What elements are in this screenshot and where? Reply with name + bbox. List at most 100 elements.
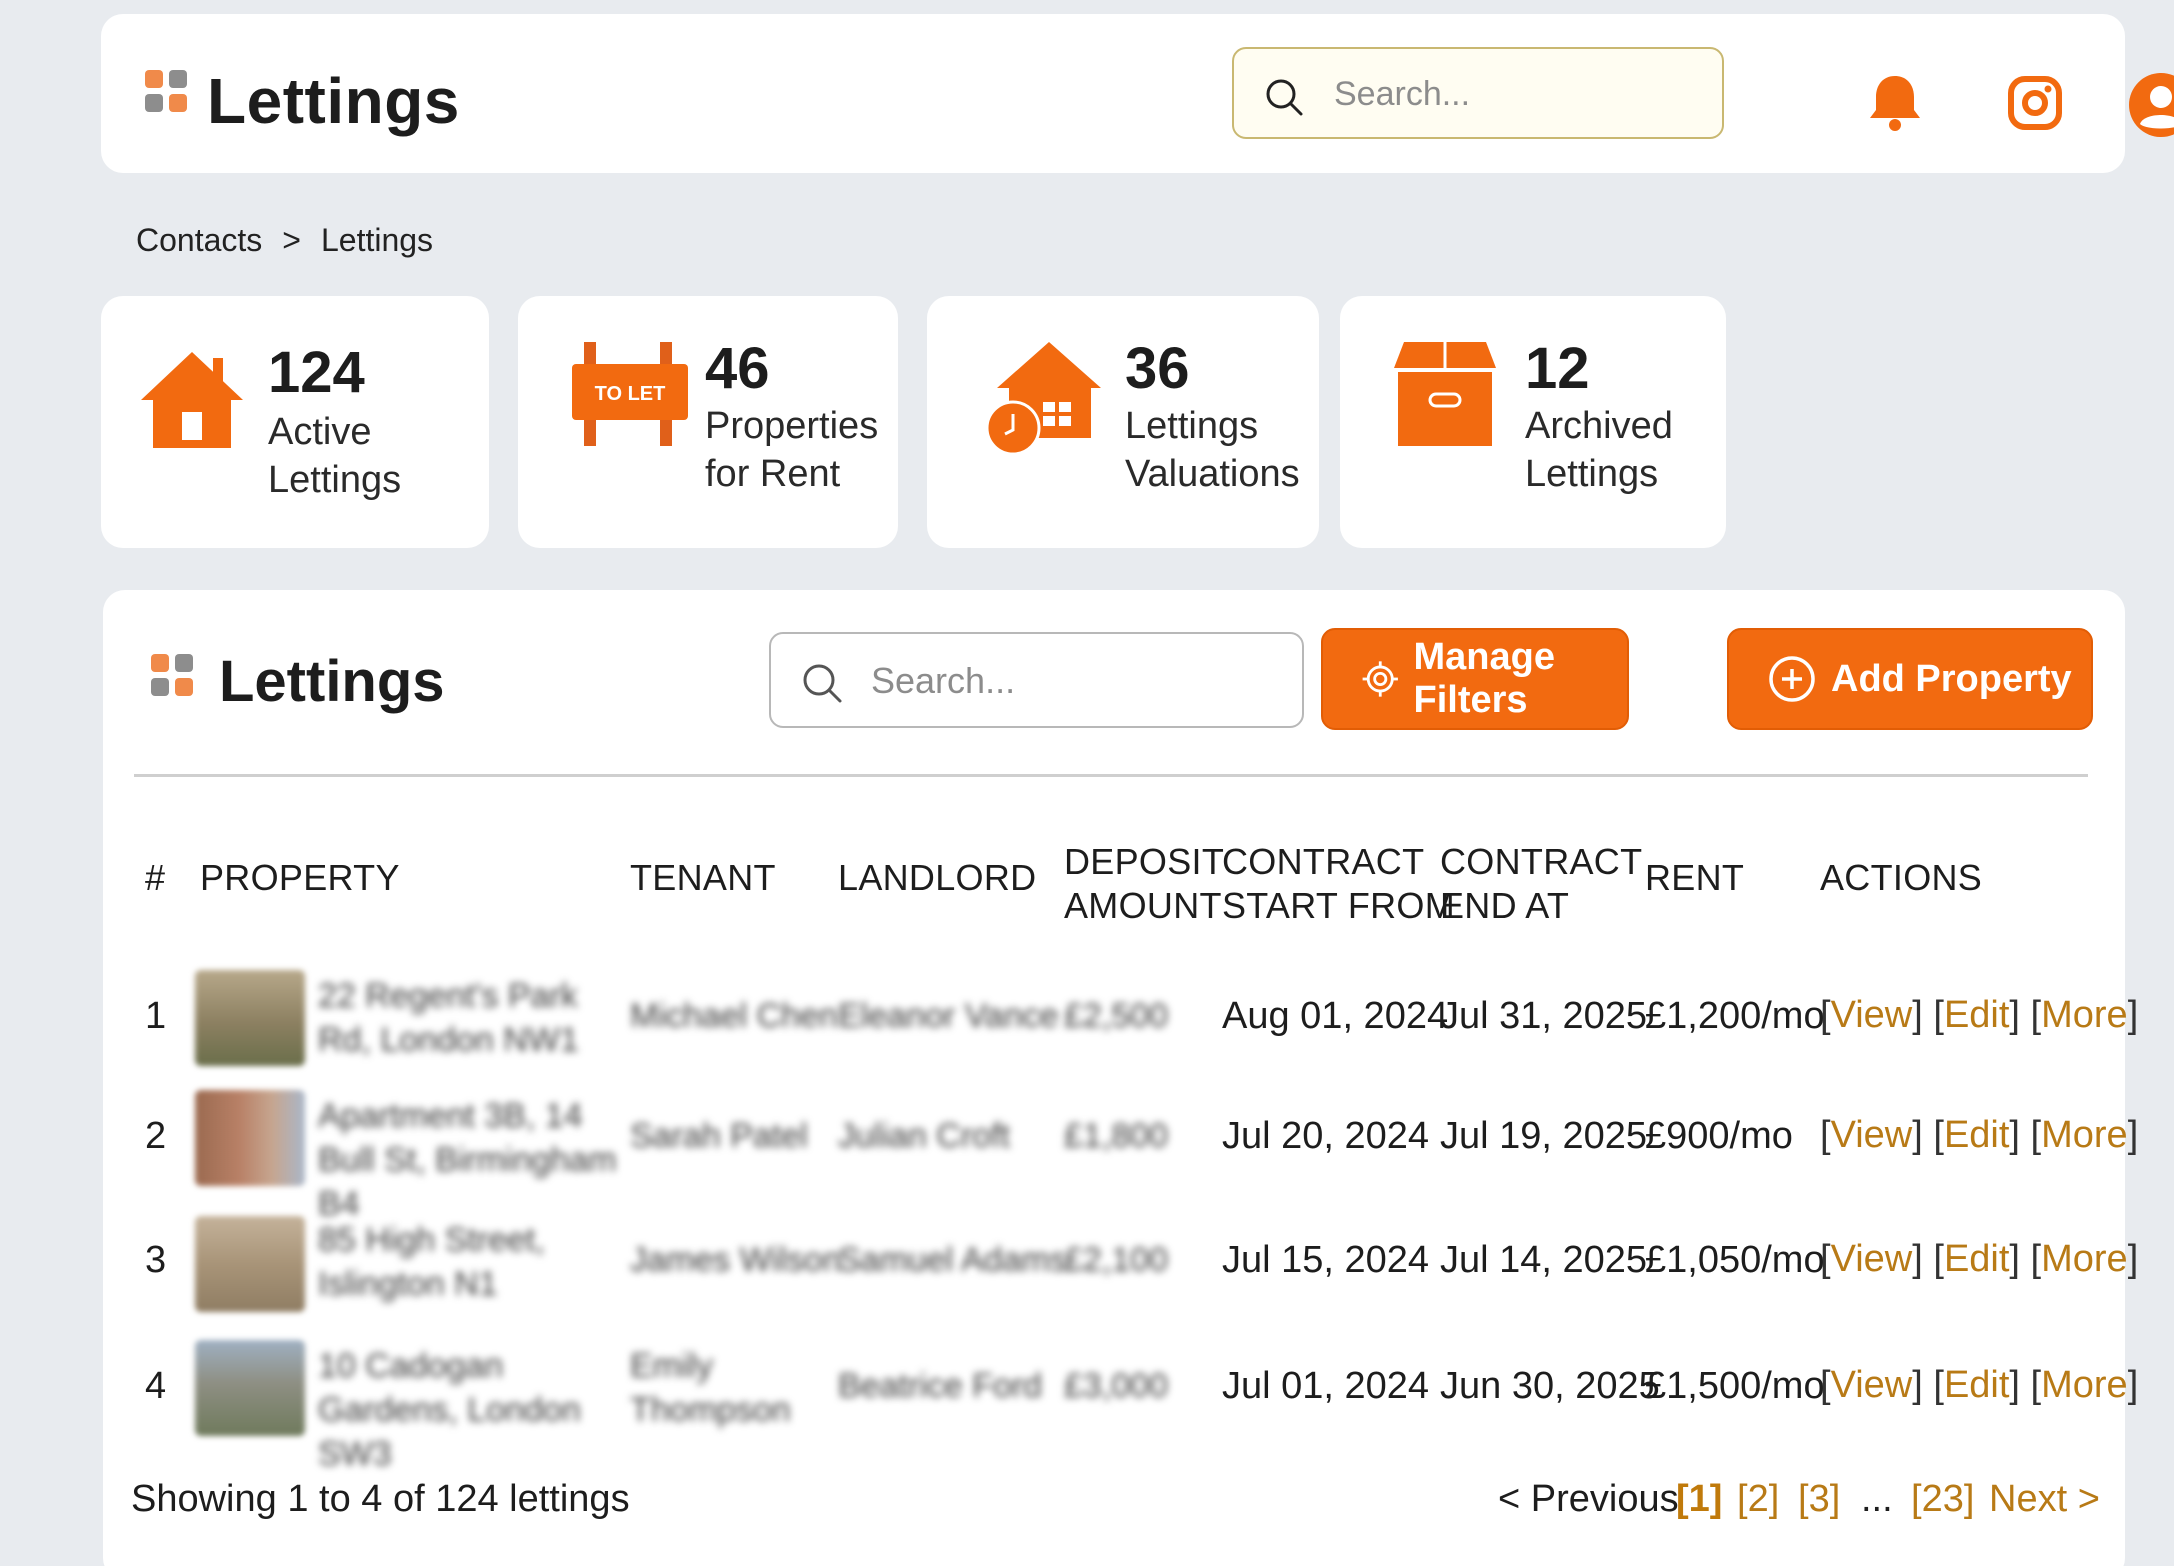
rent-amount: £900/mo <box>1645 1115 1793 1157</box>
stat-label: Lettings Valuations <box>1125 405 1300 495</box>
add-property-label: Add Property <box>1831 657 2072 700</box>
contract-end: Jul 31, 2025 <box>1440 995 1648 1037</box>
table-search[interactable] <box>769 632 1304 728</box>
row-actions: [View] [Edit] [More] <box>1820 994 2139 1036</box>
house-icon <box>141 352 243 448</box>
tenant-name[interactable]: Michael Chen <box>630 994 838 1038</box>
contract-end: Jul 19, 2025 <box>1440 1115 1648 1157</box>
column-header-deposit[interactable]: DEPOSIT AMOUNT <box>1064 840 1224 928</box>
to-let-sign-icon: TO LET <box>572 342 688 446</box>
landlord-name[interactable]: Beatrice Ford <box>838 1364 1042 1408</box>
column-header-property[interactable]: PROPERTY <box>200 856 400 900</box>
lettings-panel: Lettings Manage Filters Add Property # P… <box>103 590 2138 1566</box>
breadcrumb: Contacts > Lettings <box>136 222 433 259</box>
stat-card-properties-for-rent[interactable]: TO LET 46 Properties for Rent <box>518 296 898 548</box>
deposit-amount: £3,000 <box>1064 1367 1168 1405</box>
row-number: 4 <box>145 1365 167 1407</box>
property-thumbnail <box>195 1090 305 1186</box>
page-1-link[interactable]: [1] <box>1676 1478 1722 1521</box>
view-link[interactable]: View <box>1831 994 1913 1036</box>
more-link[interactable]: More <box>2041 1114 2128 1156</box>
breadcrumb-lettings: Lettings <box>320 222 434 258</box>
stat-card-lettings-valuations[interactable]: 36 Lettings Valuations <box>927 296 1319 548</box>
archive-box-icon <box>1394 342 1496 446</box>
pagination-summary: Showing 1 to 4 of 124 lettings <box>131 1478 630 1520</box>
deposit-amount: £2,100 <box>1064 1241 1168 1279</box>
more-link[interactable]: More <box>2041 994 2128 1036</box>
add-property-button[interactable]: Add Property <box>1727 628 2093 730</box>
pagination-previous[interactable]: < Previous <box>1498 1478 1679 1521</box>
rent-amount: £1,200/mo <box>1645 995 1825 1037</box>
edit-link[interactable]: Edit <box>1944 994 2009 1036</box>
page-23-link[interactable]: [23] <box>1911 1478 1974 1521</box>
header-search[interactable] <box>1232 47 1724 139</box>
landlord-name[interactable]: Eleanor Vance <box>838 994 1059 1038</box>
row-number: 3 <box>145 1239 167 1281</box>
stat-card-archived-lettings[interactable]: 12 Archived Lettings <box>1340 296 1726 548</box>
deposit-amount: £2,500 <box>1064 997 1168 1035</box>
column-header-contract-start[interactable]: CONTRACT START FROM <box>1222 840 1455 928</box>
stat-value: 46 <box>705 336 770 401</box>
edit-link[interactable]: Edit <box>1944 1364 2009 1406</box>
column-header-rent[interactable]: RENT <box>1645 856 1744 900</box>
property-address[interactable]: 10 Cadogan Gardens, London SW3 <box>318 1344 618 1476</box>
column-header-contract-end[interactable]: CONTRACT END AT <box>1440 840 1642 928</box>
table-search-input[interactable] <box>871 658 1271 704</box>
stat-value: 12 <box>1525 336 1590 401</box>
breadcrumb-contacts[interactable]: Contacts <box>136 222 262 259</box>
more-link[interactable]: More <box>2041 1364 2128 1406</box>
stat-card-active-lettings[interactable]: 124 Active Lettings <box>101 296 489 548</box>
column-header-landlord[interactable]: LANDLORD <box>838 856 1036 900</box>
view-link[interactable]: View <box>1831 1114 1913 1156</box>
app-logo-icon <box>145 70 187 112</box>
deposit-amount: £1,800 <box>1064 1117 1168 1155</box>
property-thumbnail <box>195 970 305 1066</box>
stat-label: Properties for Rent <box>705 405 879 495</box>
pagination-next[interactable]: Next > <box>1989 1478 2100 1521</box>
user-avatar-icon[interactable] <box>2128 72 2174 138</box>
page-3-link[interactable]: [3] <box>1798 1478 1840 1521</box>
edit-link[interactable]: Edit <box>1944 1114 2009 1156</box>
search-icon <box>1266 79 1303 116</box>
contract-start: Aug 01, 2024 <box>1222 995 1449 1037</box>
contract-start: Jul 15, 2024 <box>1222 1239 1430 1281</box>
column-header-tenant[interactable]: TENANT <box>630 856 776 900</box>
tenant-name[interactable]: James Wilson <box>630 1238 842 1282</box>
contract-end: Jul 14, 2025 <box>1440 1239 1648 1281</box>
plus-circle-icon <box>1769 656 1815 702</box>
more-link[interactable]: More <box>2041 1238 2128 1280</box>
tenant-name[interactable]: Emily Thompson <box>630 1344 800 1432</box>
row-actions: [View] [Edit] [More] <box>1820 1364 2139 1406</box>
stat-value: 124 <box>268 340 365 405</box>
search-icon <box>803 664 842 703</box>
instagram-icon[interactable] <box>2008 76 2062 130</box>
contract-end: Jun 30, 2025 <box>1440 1365 1660 1407</box>
landlord-name[interactable]: Samuel Adams <box>838 1238 1067 1282</box>
stat-value: 36 <box>1125 336 1190 401</box>
top-bar: Lettings <box>101 14 2174 173</box>
property-thumbnail <box>195 1340 305 1436</box>
header-search-input[interactable] <box>1334 71 1704 117</box>
bell-icon[interactable] <box>1867 72 1923 134</box>
rent-amount: £1,500/mo <box>1645 1365 1825 1407</box>
manage-filters-button[interactable]: Manage Filters <box>1321 628 1629 730</box>
tenant-name[interactable]: Sarah Patel <box>630 1114 808 1158</box>
column-header-actions: ACTIONS <box>1820 857 1983 898</box>
page-2-link[interactable]: [2] <box>1737 1478 1779 1521</box>
manage-filters-label: Manage Filters <box>1413 636 1555 721</box>
property-address[interactable]: Apartment 3B, 14 Bull St, Birmingham B4 <box>318 1094 618 1226</box>
property-address[interactable]: 22 Regent's Park Rd, London NW1 <box>318 974 618 1062</box>
stat-label: Archived Lettings <box>1525 405 1673 495</box>
property-address[interactable]: 85 High Street, Islington N1 <box>318 1218 618 1306</box>
row-actions: [View] [Edit] [More] <box>1820 1114 2139 1156</box>
row-number: 2 <box>145 1115 167 1157</box>
stat-label: Active Lettings <box>268 411 402 501</box>
landlord-name[interactable]: Julian Croft <box>838 1114 1010 1158</box>
view-link[interactable]: View <box>1831 1238 1913 1280</box>
edit-link[interactable]: Edit <box>1944 1238 2009 1280</box>
contract-start: Jul 01, 2024 <box>1222 1365 1430 1407</box>
view-link[interactable]: View <box>1831 1364 1913 1406</box>
row-actions: [View] [Edit] [More] <box>1820 1238 2139 1280</box>
app-title: Lettings <box>207 65 460 137</box>
column-header-number: # <box>145 857 166 898</box>
